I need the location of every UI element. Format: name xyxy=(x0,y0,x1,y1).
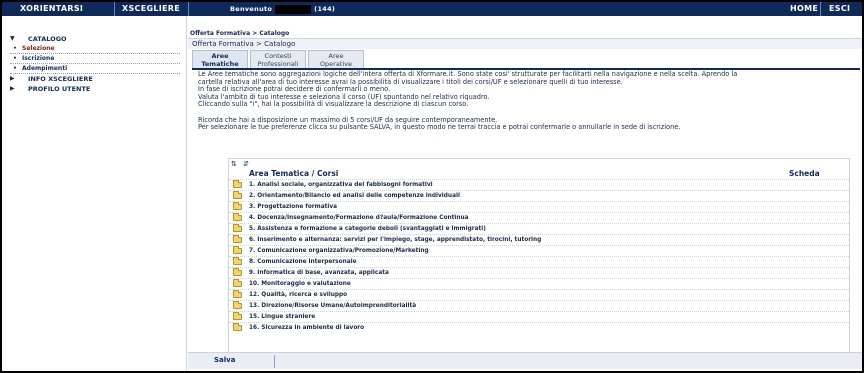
folder-icon xyxy=(233,290,242,298)
save-button[interactable]: Salva xyxy=(214,356,235,364)
list-item[interactable]: 16. Sicurezza in ambiente di lavoro xyxy=(229,322,849,333)
list-item[interactable]: 8. Comunicazione interpersonale xyxy=(229,256,849,267)
list-item[interactable]: 3. Progettazione formativa xyxy=(229,201,849,212)
folder-icon xyxy=(233,180,242,188)
sidebar-subitem-label: Selezione xyxy=(22,45,55,52)
list-item[interactable]: 10. Monitoraggio e valutazione xyxy=(229,278,849,289)
tab-line1: Aree xyxy=(328,52,344,60)
sidebar-item-label: PROFILO UTENTE xyxy=(28,85,91,93)
panel-toolbar: ⇅ ⇵ xyxy=(231,160,249,168)
list-item[interactable]: 6. Inserimento e alternanza: servizi per… xyxy=(229,234,849,245)
bottom-action-bar: Salva xyxy=(188,352,862,369)
intro-line: Per selezionare le tue preferenze clicca… xyxy=(198,123,681,132)
folder-icon xyxy=(233,224,242,232)
folder-icon xyxy=(233,235,242,243)
tab-aree-tematiche[interactable]: Aree Tematiche xyxy=(192,50,248,68)
breadcrumb: Offerta Formativa > Catalogo xyxy=(188,38,862,49)
tab-line2: Operative xyxy=(319,60,353,68)
tab-aree-operative[interactable]: Aree Operative xyxy=(308,50,364,68)
list-item[interactable]: 7. Comunicazione organizzativa/Promozion… xyxy=(229,245,849,256)
folder-icon xyxy=(233,191,242,199)
area-list-panel: ⇅ ⇵ Area Tematica / Corsi Scheda 1. Anal… xyxy=(228,158,850,356)
folder-icon xyxy=(233,257,242,265)
top-bar: XORIENTARSI XSCEGLIERE Benvenuto (144) HO… xyxy=(2,2,862,16)
tab-line2: Tematiche xyxy=(201,60,239,68)
tab-line2: Professionali xyxy=(257,60,299,68)
sort-icon[interactable]: ⇅ xyxy=(231,160,237,168)
top-bar-divider xyxy=(820,2,821,16)
list-header: Area Tematica / Corsi Scheda xyxy=(229,169,849,179)
nav-esci[interactable]: ESCI xyxy=(829,2,850,16)
bullet-icon: • xyxy=(13,65,17,72)
chevron-right-icon: ▶ xyxy=(10,85,15,92)
tab-line1: Aree xyxy=(211,52,229,60)
list-item[interactable]: 4. Docenza/Insegnamento/Formazione d?aul… xyxy=(229,212,849,223)
redacted-username xyxy=(275,4,312,14)
folder-icon xyxy=(233,268,242,276)
tab-contesti-professionali[interactable]: Contesti Professionali xyxy=(250,50,306,68)
sidebar-item-info-xscegliere[interactable]: ▶ INFO XSCEGLIERE xyxy=(10,74,180,84)
folder-icon xyxy=(233,202,242,210)
sidebar-subitem-adempimenti[interactable]: • Adempimenti xyxy=(10,64,180,74)
welcome-count: (144) xyxy=(314,5,336,13)
sidebar-subitem-label: Iscrizione xyxy=(22,55,55,62)
list-item[interactable]: 12. Qualità, ricerca e sviluppo xyxy=(229,289,849,300)
chevron-right-icon: ▶ xyxy=(10,75,15,82)
bullet-icon: • xyxy=(13,45,17,52)
chevron-down-icon: ▼ xyxy=(10,35,15,42)
folder-icon xyxy=(233,323,242,331)
sidebar-menu: ▼ CATALOGO • Selezione • Iscrizione • Ad… xyxy=(10,34,180,94)
list-item[interactable]: 13. Direzione/Risorse Umane/Autoimprendi… xyxy=(229,300,849,311)
welcome-label: Benvenuto xyxy=(230,5,273,13)
nav-home[interactable]: HOME xyxy=(790,2,818,16)
intro-text: Le Aree tematiche sono aggregazioni logi… xyxy=(198,70,858,132)
folder-icon xyxy=(233,213,242,221)
list-item[interactable]: 5. Assistenza e formazione a categorie d… xyxy=(229,223,849,234)
folder-icon xyxy=(233,246,242,254)
sidebar-subitem-iscrizione[interactable]: • Iscrizione xyxy=(10,54,180,64)
bullet-icon: • xyxy=(13,55,17,62)
list-item[interactable]: 2. Orientamento/Bilancio ed analisi dell… xyxy=(229,190,849,201)
bottom-bar-divider xyxy=(274,355,275,368)
list-item[interactable]: 15. Lingue straniere xyxy=(229,311,849,322)
sidebar-subitem-selezione[interactable]: • Selezione xyxy=(10,44,180,54)
folder-icon xyxy=(233,301,242,309)
sidebar-item-label: INFO XSCEGLIERE xyxy=(28,75,93,83)
main-content: Offerta Formativa > Catalogo Offerta For… xyxy=(188,16,862,371)
breadcrumb-small: Offerta Formativa > Catalogo xyxy=(190,30,290,37)
list-item[interactable]: 1. Analisi sociale, organizzativa dei fa… xyxy=(229,179,849,190)
nav-xorientarsi[interactable]: XORIENTARSI xyxy=(20,2,83,16)
sidebar: ▼ CATALOGO • Selezione • Iscrizione • Ad… xyxy=(2,16,187,371)
column-header-scheda: Scheda xyxy=(789,169,820,178)
list-item[interactable]: 9. Informatica di base, avanzata, applic… xyxy=(229,267,849,278)
nav-xscegliere[interactable]: XSCEGLIERE xyxy=(122,2,180,16)
folder-icon xyxy=(233,279,242,287)
sidebar-item-profilo-utente[interactable]: ▶ PROFILO UTENTE xyxy=(10,84,180,94)
top-bar-divider xyxy=(114,2,115,16)
area-list: 1. Analisi sociale, organizzativa dei fa… xyxy=(229,179,849,333)
tab-line1: Contesti xyxy=(264,52,292,60)
welcome-message: Benvenuto (144) xyxy=(230,2,335,16)
top-bar-divider xyxy=(188,2,189,16)
column-header-area: Area Tematica / Corsi xyxy=(249,169,339,178)
sidebar-subitem-label: Adempimenti xyxy=(22,65,68,72)
sidebar-item-catalogo[interactable]: ▼ CATALOGO xyxy=(10,34,180,44)
area-label: 16. Sicurezza in ambiente di lavoro xyxy=(249,325,365,331)
intro-line: Cliccando sulla "i", hai la possibilità … xyxy=(198,100,469,109)
sidebar-item-label: CATALOGO xyxy=(28,35,67,43)
expand-icon[interactable]: ⇵ xyxy=(243,160,249,168)
folder-icon xyxy=(233,312,242,320)
